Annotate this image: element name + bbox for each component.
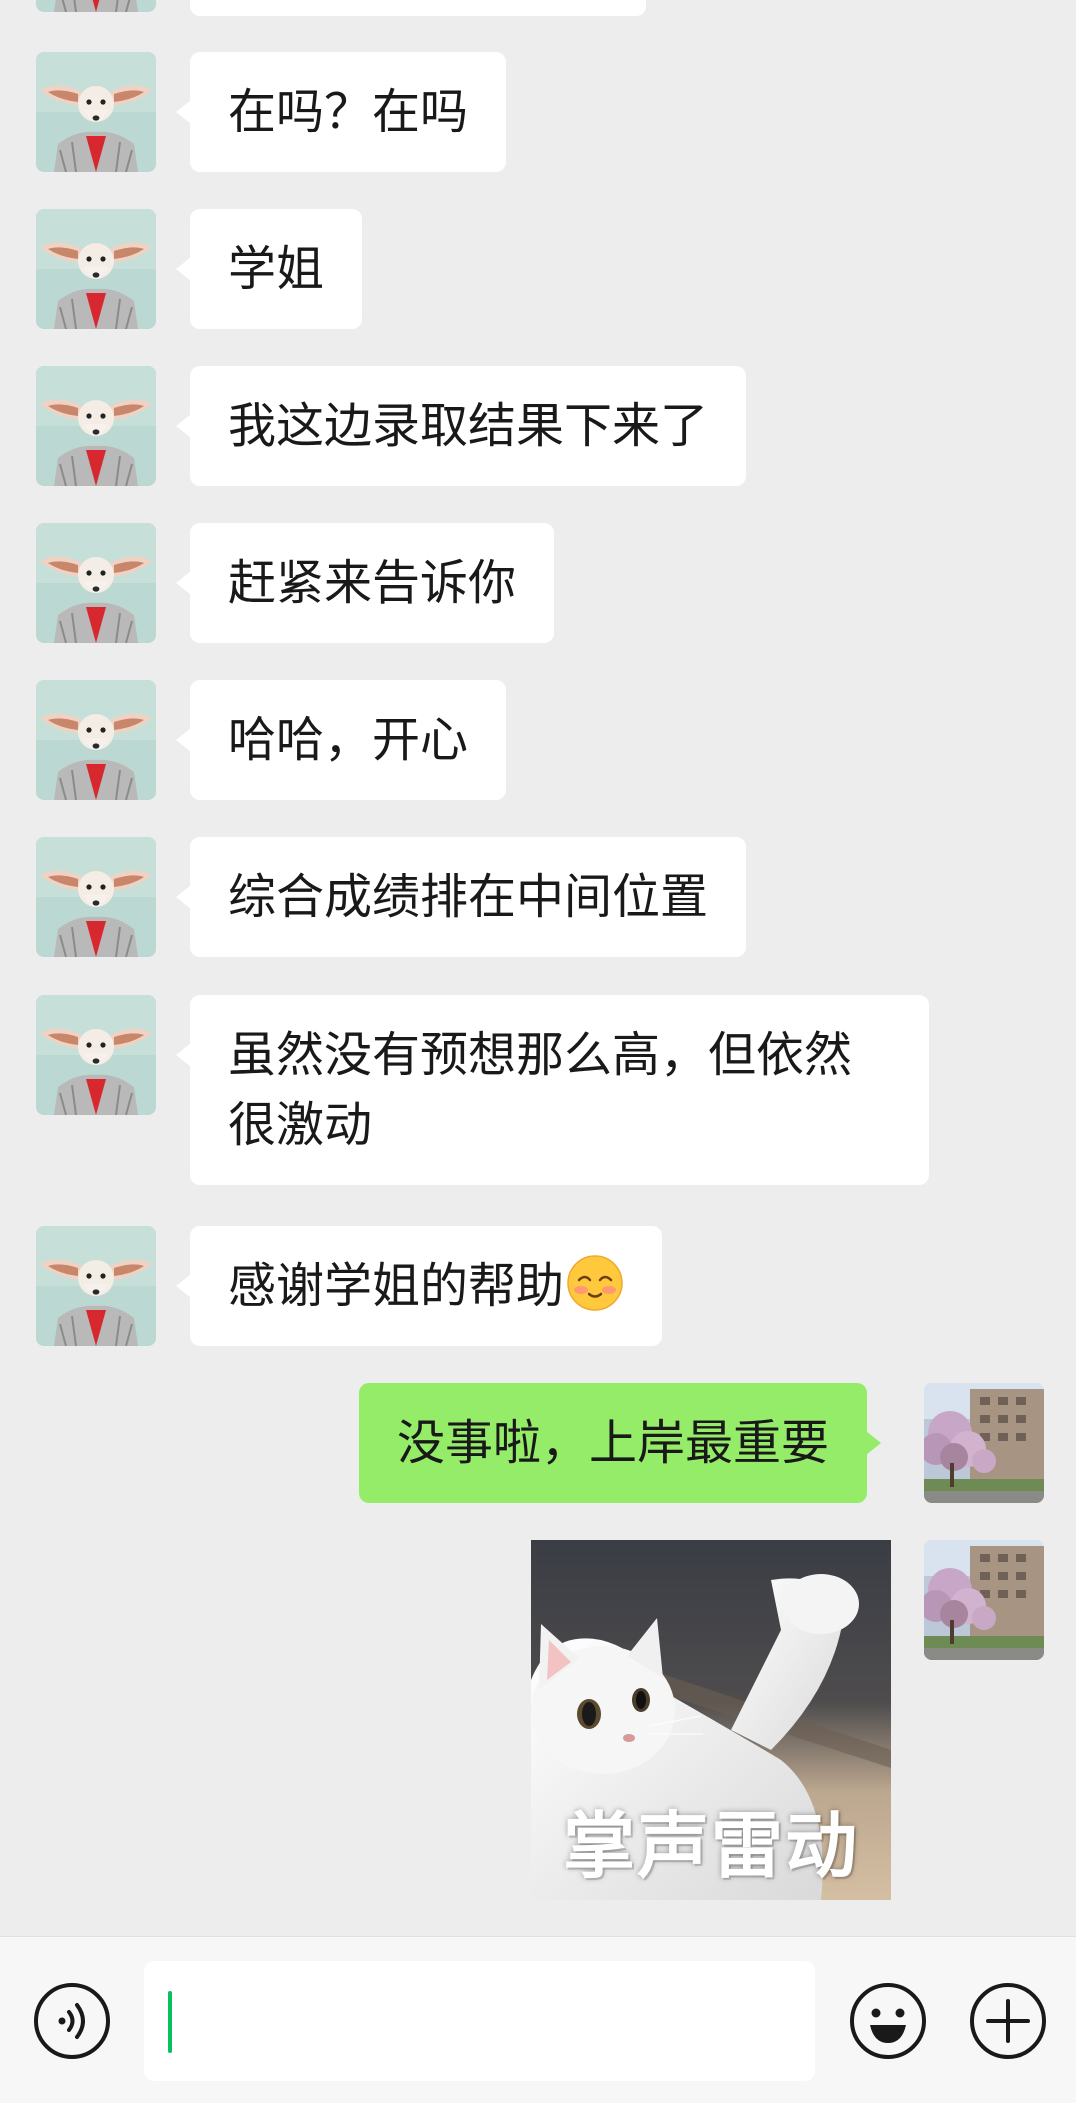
fennec-fox-avatar-icon — [36, 680, 156, 800]
emoji-button[interactable] — [848, 1981, 928, 2061]
contact-avatar[interactable] — [36, 52, 156, 172]
self-avatar[interactable] — [924, 1540, 1044, 1660]
fennec-fox-avatar-icon — [36, 52, 156, 172]
voice-icon — [34, 1983, 110, 2059]
chat-history[interactable]: 在吗？在吗 学姐 我这边录取结果下来了 赶紧来告诉你 哈哈，开心 综合成绩排在中… — [0, 0, 1076, 1936]
input-bar — [0, 1936, 1076, 2103]
text-caret — [168, 1991, 172, 2053]
message-bubble-partial — [190, 0, 646, 16]
incoming-message[interactable]: 学姐 — [175, 209, 363, 329]
fennec-fox-avatar-icon — [36, 366, 156, 486]
fennec-fox-avatar-icon — [36, 0, 156, 12]
fennec-fox-avatar-icon — [36, 523, 156, 643]
incoming-message[interactable]: 感谢学姐的帮助 — [175, 1226, 663, 1346]
incoming-message[interactable]: 哈哈，开心 — [175, 680, 507, 800]
fennec-fox-avatar-icon — [36, 209, 156, 329]
message-text: 在吗？在吗 — [228, 84, 469, 140]
blushing-smile-emoji-icon — [567, 1255, 623, 1311]
contact-avatar[interactable] — [36, 0, 156, 12]
message-text: 没事啦，上岸最重要 — [397, 1415, 830, 1471]
message-text: 我这边录取结果下来了 — [228, 398, 709, 454]
message-text: 学姐 — [228, 241, 325, 297]
incoming-message[interactable]: 在吗？在吗 — [175, 52, 507, 172]
fennec-fox-avatar-icon — [36, 1226, 156, 1346]
more-button[interactable] — [968, 1981, 1048, 2061]
emoji-icon — [850, 1983, 926, 2059]
incoming-message[interactable]: 我这边录取结果下来了 — [175, 366, 747, 486]
sticker-caption: 掌声雷动 — [562, 1804, 859, 1888]
message-text: 虽然没有预想那么高，但依然很激动 — [228, 1027, 853, 1153]
outgoing-message[interactable]: 没事啦，上岸最重要 — [359, 1383, 882, 1503]
voice-button[interactable] — [32, 1981, 112, 2061]
fennec-fox-avatar-icon — [36, 837, 156, 957]
incoming-message[interactable]: 虽然没有预想那么高，但依然很激动 — [176, 995, 929, 1185]
message-text: 综合成绩排在中间位置 — [228, 869, 709, 925]
contact-avatar[interactable] — [36, 1226, 156, 1346]
message-input[interactable] — [144, 1961, 815, 2081]
contact-avatar[interactable] — [36, 209, 156, 329]
contact-avatar[interactable] — [36, 523, 156, 643]
message-text: 赶紧来告诉你 — [228, 555, 517, 611]
contact-avatar[interactable] — [36, 680, 156, 800]
contact-avatar[interactable] — [36, 837, 156, 957]
incoming-message[interactable]: 赶紧来告诉你 — [175, 523, 555, 643]
campus-blossom-avatar-icon — [924, 1540, 1044, 1660]
contact-avatar[interactable] — [36, 995, 156, 1115]
contact-avatar[interactable] — [36, 366, 156, 486]
outgoing-sticker[interactable]: 掌声雷动 — [531, 1540, 891, 1900]
plus-icon — [970, 1983, 1046, 2059]
self-avatar[interactable] — [924, 1383, 1044, 1503]
message-text: 感谢学姐的帮助 — [228, 1258, 565, 1314]
fennec-fox-avatar-icon — [36, 995, 156, 1115]
campus-blossom-avatar-icon — [924, 1383, 1044, 1503]
incoming-message[interactable]: 综合成绩排在中间位置 — [175, 837, 747, 957]
message-text: 哈哈，开心 — [228, 712, 469, 768]
